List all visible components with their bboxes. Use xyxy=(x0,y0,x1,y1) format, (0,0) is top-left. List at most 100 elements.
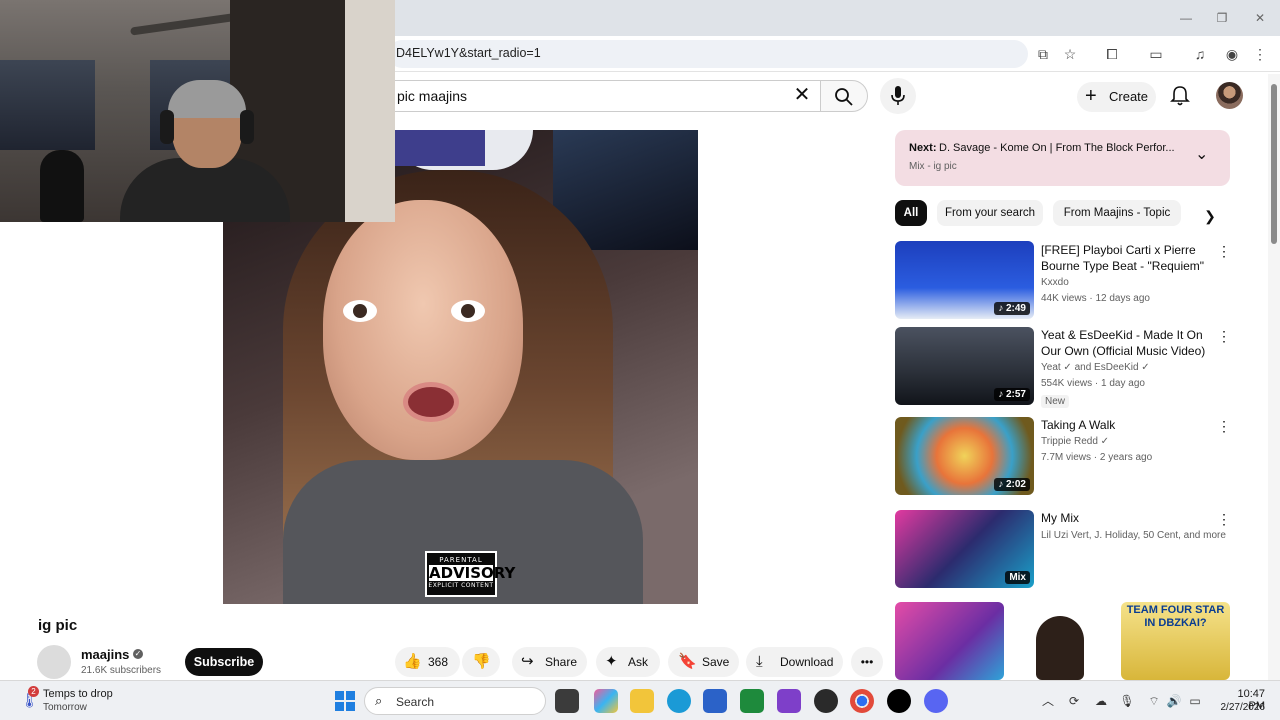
new-badge: New xyxy=(1041,395,1070,408)
like-count: 368 xyxy=(428,655,449,669)
webcam-door xyxy=(345,0,395,222)
close-window-button[interactable]: ✕ xyxy=(1250,8,1270,28)
voice-search-button[interactable] xyxy=(880,78,916,114)
media-icon[interactable]: ♫ xyxy=(1190,44,1210,64)
recommendation-thumbnail[interactable]: ♪ 2:49 xyxy=(895,241,1034,319)
ask-button[interactable]: ✦ Ask xyxy=(596,647,660,677)
create-button[interactable]: + Create xyxy=(1077,82,1156,112)
notifications-bell-icon[interactable] xyxy=(1168,84,1192,108)
thumbs-up-icon: 👍 xyxy=(403,653,422,670)
save-button[interactable]: 🔖 Save xyxy=(668,647,739,677)
recommendation-title[interactable]: [FREE] Playboi Carti x Pierre Bourne Typ… xyxy=(1041,242,1213,274)
webcam-window xyxy=(0,60,95,150)
discord-icon[interactable] xyxy=(924,689,948,713)
subscribe-button[interactable]: Subscribe xyxy=(185,648,263,676)
app-icon[interactable] xyxy=(777,689,801,713)
clear-search-icon[interactable]: ✕ xyxy=(792,85,812,105)
more-vert-icon[interactable]: ⋮ xyxy=(1217,328,1231,346)
install-icon[interactable]: ⧉ xyxy=(1033,44,1053,64)
share-button[interactable]: ↪ Share xyxy=(512,647,587,677)
search-icon xyxy=(835,88,853,106)
obs-icon[interactable] xyxy=(814,689,838,713)
task-view-icon[interactable] xyxy=(555,689,579,713)
extensions-icon[interactable]: ⧠ xyxy=(1102,44,1122,64)
account-avatar[interactable] xyxy=(1216,82,1243,109)
maximize-button[interactable]: ❐ xyxy=(1212,8,1232,28)
duration-badge: ♪ 2:49 xyxy=(994,302,1030,315)
webcam-person xyxy=(120,80,290,222)
microphone-icon xyxy=(891,86,905,105)
next-subtitle: Mix - ig pic xyxy=(909,161,957,172)
windows-start-icon[interactable] xyxy=(335,691,355,711)
next-label: Next: xyxy=(909,142,937,154)
mix-thumbnail[interactable]: Mix xyxy=(895,510,1034,588)
edge-icon[interactable] xyxy=(667,689,691,713)
x-icon[interactable] xyxy=(887,689,911,713)
tray-app-icon[interactable]: ⟳ xyxy=(1066,693,1082,709)
short-thumbnail[interactable]: TEAM FOUR STAR IN DBZKAI? xyxy=(1121,602,1230,680)
like-button[interactable]: 👍 368 xyxy=(395,647,460,677)
video-subject-eye xyxy=(451,300,485,322)
search-icon: ⌕ xyxy=(375,693,383,708)
chip-from-your-search[interactable]: From your search xyxy=(937,200,1043,226)
webcam-overlay xyxy=(0,0,395,222)
clock-date[interactable]: 2/27/2026 xyxy=(1207,702,1266,713)
recommendation-title[interactable]: My Mix xyxy=(1041,510,1213,526)
recommendation-channel[interactable]: Kxxdo xyxy=(1041,276,1069,290)
subscriber-count: 21.6K subscribers xyxy=(81,665,162,676)
short-thumbnail-text: TEAM FOUR STAR IN DBZKAI? xyxy=(1126,604,1225,629)
dislike-button[interactable]: 👎 xyxy=(462,647,500,677)
volume-icon[interactable]: 🔊 xyxy=(1166,693,1182,709)
battery-icon[interactable]: ▭ xyxy=(1187,693,1203,709)
short-thumbnail[interactable] xyxy=(895,602,1004,680)
weather-badge: 2 xyxy=(28,686,39,697)
copilot-icon[interactable] xyxy=(594,689,618,713)
recommendation-thumbnail[interactable]: ♪ 2:57 xyxy=(895,327,1034,405)
download-button[interactable]: ⤓ Download xyxy=(746,647,843,677)
recommendation-channel[interactable]: Lil Uzi Vert, J. Holiday, 50 Cent, and m… xyxy=(1041,529,1226,543)
more-actions-button[interactable]: ••• xyxy=(851,647,883,677)
menu-icon[interactable]: ⋮ xyxy=(1250,44,1270,64)
more-vert-icon[interactable]: ⋮ xyxy=(1217,243,1231,261)
recommendation-thumbnail[interactable]: ♪ 2:02 xyxy=(895,417,1034,495)
recommendation-channel[interactable]: Yeat ✓ and EsDeeKid ✓ xyxy=(1041,361,1150,375)
wifi-icon[interactable]: ⌔ xyxy=(1146,693,1162,709)
thumbs-down-icon: 👎 xyxy=(472,653,491,670)
search-input-value[interactable]: pic maajins xyxy=(397,88,467,104)
file-explorer-icon[interactable] xyxy=(630,689,654,713)
bookmark-icon: 🔖 xyxy=(678,653,697,670)
recommendation-channel[interactable]: Trippie Redd ✓ xyxy=(1041,435,1109,449)
more-vert-icon[interactable]: ⋮ xyxy=(1217,418,1231,436)
video-title: ig pic xyxy=(38,617,78,634)
webcam-microphone xyxy=(40,150,84,222)
recommendation-meta: 554K views · 1 day ago xyxy=(1041,378,1145,389)
search-button[interactable] xyxy=(820,80,868,112)
recommendation-title[interactable]: Taking A Walk xyxy=(1041,417,1213,433)
chip-from-maajins-topic[interactable]: From Maajins - Topic xyxy=(1053,200,1181,226)
taskbar-search[interactable]: ⌕ Search xyxy=(364,687,546,715)
chip-all[interactable]: All xyxy=(895,200,927,226)
chevron-right-icon[interactable]: ❯ xyxy=(1198,204,1222,228)
chrome-icon[interactable] xyxy=(850,689,874,713)
star-icon[interactable]: ☆ xyxy=(1060,44,1080,64)
channel-name[interactable]: maajins xyxy=(81,647,129,662)
chevron-down-icon[interactable]: ⌄ xyxy=(1195,144,1208,164)
profile-icon[interactable]: ◉ xyxy=(1222,44,1242,64)
more-vert-icon[interactable]: ⋮ xyxy=(1217,511,1231,529)
page-scrollbar[interactable] xyxy=(1268,74,1280,680)
cast-icon[interactable]: ▭ xyxy=(1146,44,1166,64)
tray-app-icon[interactable]: ☁ xyxy=(1093,693,1109,709)
store-icon[interactable] xyxy=(703,689,727,713)
minimize-button[interactable]: — xyxy=(1176,8,1196,28)
next-up-card[interactable]: Next: D. Savage - Kome On | From The Blo… xyxy=(895,130,1230,186)
channel-avatar[interactable] xyxy=(37,645,71,679)
recommendation-title[interactable]: Yeat & EsDeeKid - Made It On Our Own (Of… xyxy=(1041,327,1213,359)
microphone-icon[interactable]: 🎙 xyxy=(1119,693,1135,709)
xbox-icon[interactable] xyxy=(740,689,764,713)
short-thumbnail[interactable] xyxy=(1008,602,1117,680)
address-bar-url[interactable]: D4ELYw1Y&start_radio=1 xyxy=(396,46,541,60)
weather-headline[interactable]: Temps to drop xyxy=(43,688,113,700)
weather-subline[interactable]: Tomorrow xyxy=(43,702,87,713)
tray-overflow-icon[interactable]: ︿ xyxy=(1040,693,1056,709)
scrollbar-thumb[interactable] xyxy=(1271,84,1277,244)
